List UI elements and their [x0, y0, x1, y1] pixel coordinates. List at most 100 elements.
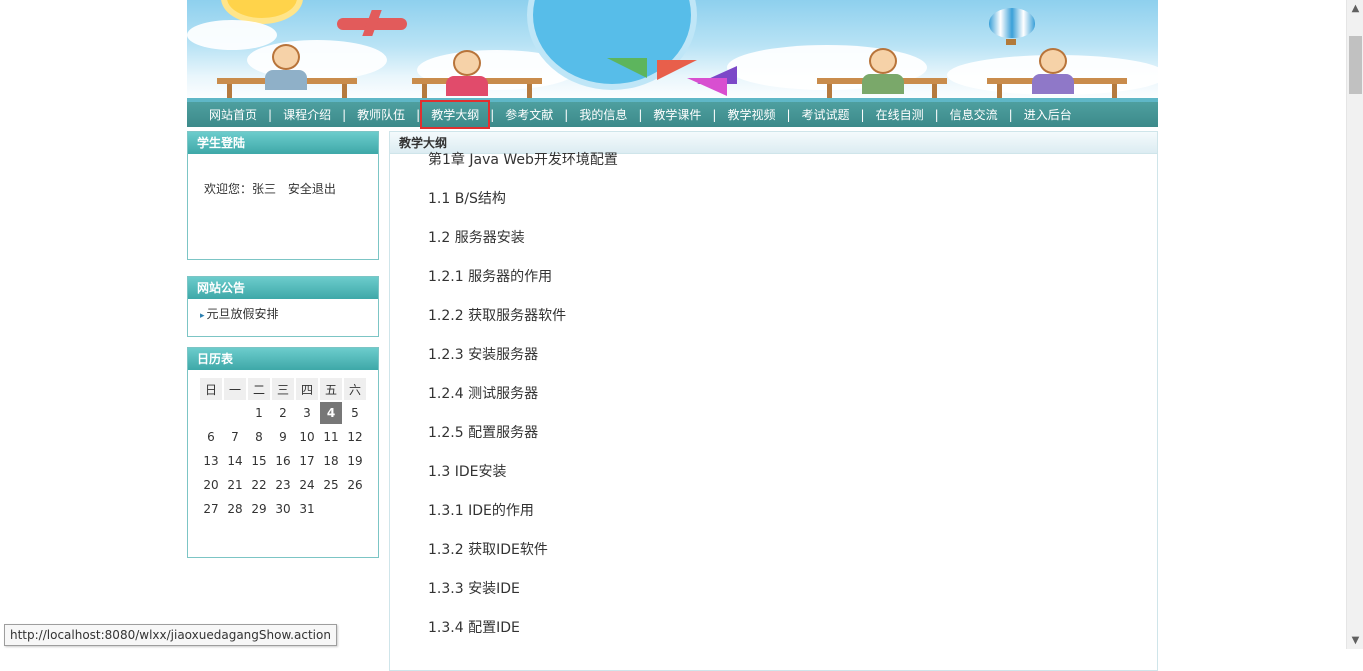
nav-item[interactable]: 教学大纲 [420, 100, 491, 129]
calendar-weekday: 日 [200, 378, 222, 400]
calendar-day[interactable]: 3 [296, 402, 318, 424]
syllabus-line: 1.2.2 获取服务器软件 [428, 308, 567, 324]
calendar-day[interactable]: 6 [200, 426, 222, 448]
syllabus-outline: 第1章 Java Web开发环境配置 1.1 B/S结构 1.2 服务器安装 1.2.… [390, 151, 1157, 658]
student-illustration [453, 50, 481, 76]
syllabus-line: 1.2 服务器安装 [428, 230, 525, 246]
nav-separator: | [342, 107, 347, 122]
nav-separator: | [934, 107, 939, 122]
calendar-day[interactable]: 10 [296, 426, 318, 448]
syllabus-line: 1.3.3 安装IDE [428, 581, 520, 597]
calendar-day[interactable]: 12 [344, 426, 366, 448]
nav-item[interactable]: 教师队伍 [352, 106, 410, 123]
pinwheel-illustration [607, 58, 647, 78]
nav-separator: | [712, 107, 717, 122]
nav-separator: | [564, 107, 569, 122]
student-illustration [1039, 48, 1067, 74]
calendar-day[interactable]: 26 [344, 474, 366, 496]
page-container: 网站首页 | 课程介绍 | 教师队伍 | 教学大纲 | 参考文献 | 我的信息 | 教学课件 | 教学视频 |… [187, 0, 1158, 671]
notice-item-label: 元旦放假安排 [206, 307, 279, 321]
nav-separator: | [786, 107, 791, 122]
calendar-weekday: 一 [224, 378, 246, 400]
calendar-weekday: 六 [344, 378, 366, 400]
nav-item[interactable]: 进入后台 [1019, 106, 1077, 123]
vertical-scrollbar[interactable]: ▲ ▼ [1346, 0, 1363, 649]
nav-item[interactable]: 信息交流 [945, 106, 1003, 123]
sun-illustration [227, 0, 297, 18]
syllabus-line: 1.2.3 安装服务器 [428, 347, 539, 363]
calendar-day[interactable]: 31 [296, 498, 318, 520]
nav-separator: | [1008, 107, 1013, 122]
notice-panel: 网站公告 ▸ 元旦放假安排 [187, 276, 379, 337]
student-illustration [869, 48, 897, 74]
syllabus-line: 1.3 IDE安装 [428, 464, 507, 480]
login-panel: 学生登陆 欢迎您：张三 安全退出 [187, 131, 379, 260]
student-illustration [272, 44, 300, 70]
calendar-day[interactable]: 18 [320, 450, 342, 472]
syllabus-line: 第1章 Java Web开发环境配置 [428, 152, 618, 168]
calendar-day[interactable]: 2 [272, 402, 294, 424]
nav-separator: | [860, 107, 865, 122]
scroll-up-arrow-icon[interactable]: ▲ [1347, 0, 1363, 17]
syllabus-line: 1.2.5 配置服务器 [428, 425, 539, 441]
calendar-day[interactable]: 20 [200, 474, 222, 496]
calendar-day[interactable]: 15 [248, 450, 270, 472]
calendar-day[interactable]: 19 [344, 450, 366, 472]
main-content: 教学大纲 第1章 Java Web开发环境配置 1.1 B/S结构 1.2 服务器安… [389, 131, 1158, 671]
calendar-day[interactable]: 5 [344, 402, 366, 424]
calendar-day[interactable]: 9 [272, 426, 294, 448]
calendar-day[interactable]: 17 [296, 450, 318, 472]
calendar-day[interactable]: 27 [200, 498, 222, 520]
scroll-down-arrow-icon[interactable]: ▼ [1347, 632, 1363, 649]
syllabus-line: 1.3.2 获取IDE软件 [428, 542, 548, 558]
nav-item[interactable]: 网站首页 [204, 106, 262, 123]
syllabus-line: 1.1 B/S结构 [428, 191, 506, 207]
calendar-day[interactable]: 13 [200, 450, 222, 472]
nav-item[interactable]: 课程介绍 [278, 106, 336, 123]
calendar-day[interactable]: 1 [248, 402, 270, 424]
nav-item[interactable]: 在线自测 [871, 106, 929, 123]
nav-item[interactable]: 我的信息 [574, 106, 632, 123]
calendar-day[interactable]: 22 [248, 474, 270, 496]
calendar-day[interactable]: 29 [248, 498, 270, 520]
nav-item[interactable]: 教学课件 [648, 106, 706, 123]
login-panel-title: 学生登陆 [188, 132, 378, 154]
calendar-day[interactable]: 28 [224, 498, 246, 520]
calendar-day[interactable]: 16 [272, 450, 294, 472]
calendar-weekday: 三 [272, 378, 294, 400]
calendar-day[interactable]: 11 [320, 426, 342, 448]
calendar-day [224, 402, 246, 424]
nav-item[interactable]: 考试试题 [797, 106, 855, 123]
syllabus-line: 1.3.1 IDE的作用 [428, 503, 534, 519]
scrollbar-thumb[interactable] [1349, 36, 1362, 94]
status-bar-url: http://localhost:8080/wlxx/jiaoxuedagang… [4, 624, 337, 646]
calendar-day[interactable]: 21 [224, 474, 246, 496]
notice-item[interactable]: ▸ 元旦放假安排 [188, 299, 378, 322]
calendar-weekday: 五 [320, 378, 342, 400]
nav-item[interactable]: 参考文献 [500, 106, 558, 123]
main-nav: 网站首页 | 课程介绍 | 教师队伍 | 教学大纲 | 参考文献 | 我的信息 | 教学课件 | 教学视频 |… [187, 100, 1158, 129]
calendar-panel: 日历表 日一二三四五六 1 2 3 4 5 6 7 8 9 10 11 12 13 14 15 16 17 18 19… [187, 347, 379, 558]
syllabus-line: 1.2.4 测试服务器 [428, 386, 539, 402]
bullet-arrow-icon: ▸ [200, 311, 205, 321]
calendar-day[interactable]: 30 [272, 498, 294, 520]
calendar-weekday: 二 [248, 378, 270, 400]
calendar-day[interactable]: 14 [224, 450, 246, 472]
calendar-day[interactable]: 25 [320, 474, 342, 496]
calendar-day [200, 402, 222, 424]
welcome-text: 欢迎您：张三 [204, 182, 277, 196]
calendar-day-today[interactable]: 4 [320, 402, 342, 424]
nav-separator: | [268, 107, 273, 122]
calendar-day[interactable]: 23 [272, 474, 294, 496]
calendar-day [320, 498, 342, 520]
calendar-day[interactable]: 8 [248, 426, 270, 448]
calendar-table: 日一二三四五六 1 2 3 4 5 6 7 8 9 10 11 12 13 14 15 16 17 18 19 20 21… [198, 376, 368, 522]
logout-link[interactable]: 安全退出 [288, 182, 336, 196]
calendar-day[interactable]: 7 [224, 426, 246, 448]
nav-separator: | [638, 107, 643, 122]
header-banner [187, 0, 1158, 102]
nav-item[interactable]: 教学视频 [722, 106, 780, 123]
calendar-day[interactable]: 24 [296, 474, 318, 496]
hot-air-balloon-illustration [989, 8, 1035, 38]
calendar-weekday: 四 [296, 378, 318, 400]
